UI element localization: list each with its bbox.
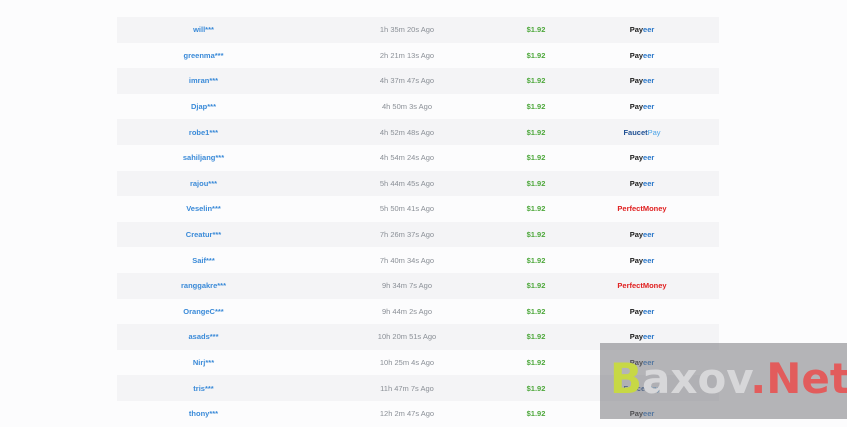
table-row: Djap*** 4h 50m 3s Ago $1.92 Pay eer [117, 93, 719, 120]
username-link[interactable]: will*** [117, 17, 290, 43]
payout-amount: $1.92 [526, 127, 546, 137]
payout-time: 4h 54m 24s Ago [379, 153, 435, 163]
payout-time: 7h 40m 34s Ago [379, 255, 435, 265]
payout-amount: $1.92 [526, 383, 546, 393]
payment-method-logo: Payeer [629, 306, 655, 316]
username-link[interactable]: robe1*** [117, 119, 290, 145]
payment-method-logo: FaucetPay [623, 127, 661, 137]
username-link[interactable]: Djap*** [117, 94, 290, 120]
table-row: robe1*** 4h 52m 48s Ago $1.92 Faucet Pay [117, 119, 719, 145]
table-row: sahiljang*** 4h 54m 24s Ago $1.92 Pay eer [117, 144, 719, 171]
username-link[interactable]: OrangeC*** [117, 299, 290, 325]
payout-time: 9h 44m 2s Ago [381, 306, 433, 316]
username-link[interactable]: ranggakre*** [117, 273, 290, 299]
payment-method-logo: PerfectMoney [617, 204, 667, 214]
table-row: Creatur*** 7h 26m 37s Ago $1.92 Pay eer [117, 221, 719, 248]
payout-amount: $1.92 [526, 409, 546, 419]
payment-method-logo: Payeer [629, 76, 655, 86]
payment-method-logo: Payeer [629, 178, 655, 188]
payment-method-logo: Payeer [629, 102, 655, 112]
username-link[interactable]: sahiljang*** [117, 145, 290, 171]
payout-time: 4h 52m 48s Ago [379, 127, 435, 137]
payment-method-logo: Payeer [629, 25, 655, 35]
username-link[interactable]: Creatur*** [117, 222, 290, 248]
username-link[interactable]: Veselin*** [117, 196, 290, 222]
table-row: rajou*** 5h 44m 45s Ago $1.92 Pay eer [117, 170, 719, 197]
username-link[interactable]: Saif*** [117, 247, 290, 273]
table-row: will*** 1h 35m 20s Ago $1.92 Pay eer [117, 17, 719, 43]
payout-time: 11h 47m 7s Ago [380, 383, 434, 393]
payment-method-logo: Payeer [629, 230, 655, 240]
payout-time: 1h 35m 20s Ago [379, 25, 435, 35]
payment-method-logo: Payeer [629, 50, 655, 60]
username-link[interactable]: asads*** [117, 324, 290, 350]
username-link[interactable]: thony*** [117, 401, 290, 427]
payout-amount: $1.92 [526, 50, 546, 60]
username-link[interactable]: tris*** [117, 375, 290, 401]
payout-time: 12h 2m 47s Ago [379, 409, 435, 419]
payout-amount: $1.92 [526, 230, 546, 240]
payout-amount: $1.92 [526, 178, 546, 188]
username-link[interactable]: imran*** [117, 68, 290, 94]
payout-amount: $1.92 [526, 25, 546, 35]
username-link[interactable]: greenma*** [117, 43, 290, 69]
payout-time: 5h 44m 45s Ago [379, 178, 435, 188]
table-row: ranggakre*** 9h 34m 7s Ago $1.92 PerfectMon… [117, 272, 719, 299]
table-row: Saif*** 7h 40m 34s Ago $1.92 Pay eer [117, 247, 719, 273]
table-row: greenma*** 2h 21m 13s Ago $1.92 Pay eer [117, 42, 719, 69]
table-row: OrangeC*** 9h 44m 2s Ago $1.92 Pay eer [117, 298, 719, 325]
payment-method-logo: Payeer [629, 153, 655, 163]
username-link[interactable]: rajou*** [117, 171, 290, 197]
payout-time: 7h 26m 37s Ago [379, 230, 435, 240]
payout-amount: $1.92 [526, 153, 546, 163]
payout-amount: $1.92 [526, 204, 546, 214]
payout-time: 2h 21m 13s Ago [379, 50, 435, 60]
payment-method-logo: PerfectMoney [617, 281, 667, 291]
payout-time: 10h 20m 51s Ago [377, 332, 437, 342]
payout-amount: $1.92 [526, 332, 546, 342]
username-link[interactable]: Nirj*** [117, 350, 290, 376]
payout-amount: $1.92 [526, 76, 546, 86]
payout-time: 4h 50m 3s Ago [381, 102, 433, 112]
payout-amount: $1.92 [526, 281, 546, 291]
payout-time: 4h 37m 47s Ago [379, 76, 435, 86]
payout-time: 5h 50m 41s Ago [379, 204, 435, 214]
payout-amount: $1.92 [526, 358, 546, 368]
table-row: imran*** 4h 37m 47s Ago $1.92 Pay eer [117, 68, 719, 94]
payout-amount: $1.92 [526, 102, 546, 112]
payment-method-logo: Payeer [629, 255, 655, 265]
payout-time: 9h 34m 7s Ago [381, 281, 433, 291]
payout-amount: $1.92 [526, 306, 546, 316]
watermark-logo: Baxov.Net [610, 354, 847, 403]
payout-amount: $1.92 [526, 255, 546, 265]
table-row: Veselin*** 5h 50m 41s Ago $1.92 PerfectMone… [117, 196, 719, 222]
payout-time: 10h 25m 4s Ago [379, 358, 435, 368]
